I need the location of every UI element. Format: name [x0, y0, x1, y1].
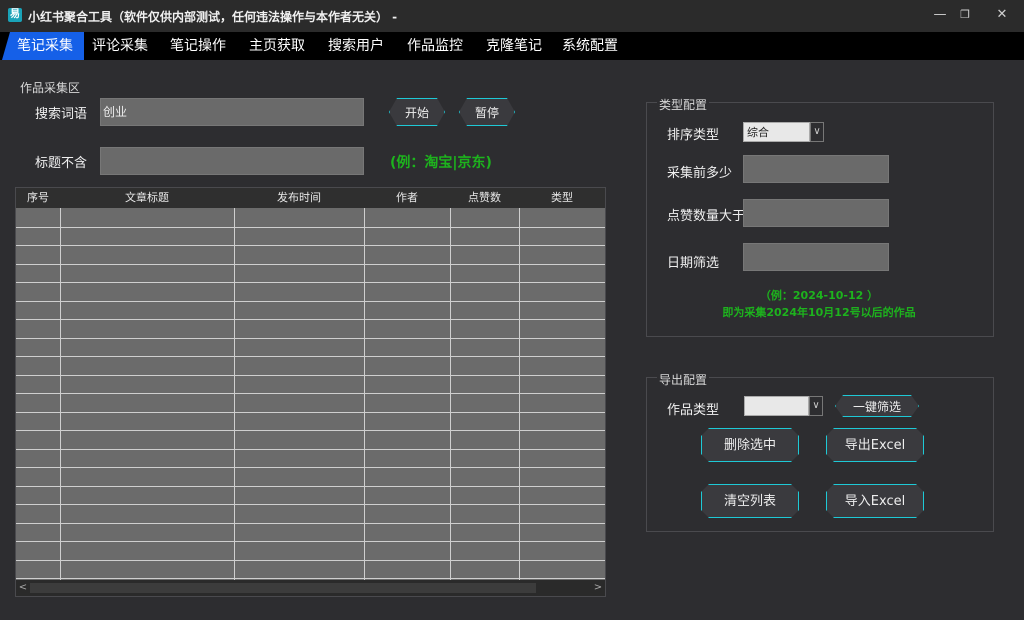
- table-row[interactable]: [16, 282, 605, 283]
- col-likes[interactable]: 点赞数: [450, 188, 519, 208]
- count-input[interactable]: [743, 155, 889, 183]
- date-input[interactable]: [743, 243, 889, 271]
- exclude-hint: (例：淘宝|京东): [390, 155, 492, 171]
- minimize-button[interactable]: —: [930, 6, 950, 24]
- count-label: 采集前多少: [667, 166, 733, 181]
- results-table[interactable]: 序号 文章标题 发布时间 作者 点赞数 类型 < >: [15, 187, 606, 597]
- tab-comment-collect[interactable]: 评论采集: [90, 32, 150, 60]
- table-row[interactable]: [16, 338, 605, 339]
- tab-clone-notes[interactable]: 克隆笔记: [484, 32, 544, 60]
- table-row[interactable]: [16, 504, 605, 505]
- pause-button[interactable]: 暂停: [459, 98, 515, 126]
- col-type[interactable]: 类型: [519, 188, 605, 208]
- import-excel-button[interactable]: 导入Excel: [826, 484, 924, 518]
- tab-system-config[interactable]: 系统配置: [560, 32, 620, 60]
- table-row[interactable]: [16, 467, 605, 468]
- restore-button[interactable]: ❐: [955, 6, 975, 24]
- exclude-input[interactable]: [100, 147, 364, 175]
- export-excel-button[interactable]: 导出Excel: [826, 428, 924, 462]
- col-index[interactable]: 序号: [16, 188, 60, 208]
- scroll-right-icon[interactable]: >: [591, 580, 605, 596]
- table-row[interactable]: [16, 356, 605, 357]
- date-hint-description: 即为采集2024年10月12号以后的作品: [722, 306, 916, 319]
- export-config-label: 导出配置: [657, 371, 710, 388]
- table-row[interactable]: [16, 449, 605, 450]
- table-row[interactable]: [16, 393, 605, 394]
- scroll-left-icon[interactable]: <: [16, 580, 30, 596]
- date-label: 日期筛选: [667, 256, 720, 271]
- table-row[interactable]: [16, 430, 605, 431]
- table-row[interactable]: [16, 301, 605, 302]
- col-author[interactable]: 作者: [364, 188, 450, 208]
- app-logo-icon: 易: [8, 8, 22, 22]
- clear-list-button[interactable]: 清空列表: [701, 484, 799, 518]
- col-publish-time[interactable]: 发布时间: [234, 188, 364, 208]
- search-label: 搜索词语: [35, 107, 88, 122]
- work-type-select[interactable]: [744, 396, 809, 416]
- table-row[interactable]: [16, 245, 605, 246]
- table-row[interactable]: [16, 486, 605, 487]
- tab-search-users[interactable]: 搜索用户: [326, 32, 386, 60]
- table-row[interactable]: [16, 227, 605, 228]
- title-bar: 易 小红书聚合工具（软件仅供内部测试，任何违法操作与本作者无关） - — ❐ ✕: [0, 0, 1024, 32]
- sort-select[interactable]: 综合: [743, 122, 810, 142]
- exclude-label: 标题不含: [35, 156, 88, 171]
- table-row[interactable]: [16, 523, 605, 524]
- table-row[interactable]: [16, 319, 605, 320]
- table-row[interactable]: [16, 375, 605, 376]
- table-header: 序号 文章标题 发布时间 作者 点赞数 类型: [16, 188, 605, 208]
- type-config-label: 类型配置: [657, 96, 710, 113]
- col-title[interactable]: 文章标题: [60, 188, 234, 208]
- horizontal-scrollbar[interactable]: < >: [16, 580, 605, 596]
- table-row[interactable]: [16, 264, 605, 265]
- work-type-label: 作品类型: [667, 403, 720, 418]
- window-title: 小红书聚合工具（软件仅供内部测试，任何违法操作与本作者无关） -: [28, 10, 398, 24]
- table-row[interactable]: [16, 560, 605, 561]
- chevron-down-icon[interactable]: ∨: [810, 122, 824, 142]
- tab-note-ops[interactable]: 笔记操作: [168, 32, 228, 60]
- scrollbar-thumb[interactable]: [30, 583, 536, 593]
- search-input[interactable]: 创业: [100, 98, 364, 126]
- tab-bar: 笔记采集 评论采集 笔记操作 主页获取 搜索用户 作品监控 克隆笔记 系统配置: [0, 32, 1024, 60]
- tab-homepage-fetch[interactable]: 主页获取: [247, 32, 307, 60]
- table-row[interactable]: [16, 541, 605, 542]
- chevron-down-icon[interactable]: ∨: [809, 396, 823, 416]
- likes-label: 点赞数量大于: [667, 209, 746, 224]
- table-row[interactable]: [16, 578, 605, 579]
- start-button[interactable]: 开始: [389, 98, 445, 126]
- likes-input[interactable]: [743, 199, 889, 227]
- sort-label: 排序类型: [667, 128, 720, 143]
- date-hint-example: （例：2024-10-12 ）: [759, 289, 879, 302]
- tab-works-monitor[interactable]: 作品监控: [405, 32, 465, 60]
- table-row[interactable]: [16, 412, 605, 413]
- close-button[interactable]: ✕: [992, 6, 1012, 24]
- tab-note-collect[interactable]: 笔记采集: [2, 32, 84, 60]
- one-click-filter-button[interactable]: 一键筛选: [835, 395, 919, 417]
- collect-section-label: 作品采集区: [20, 81, 81, 95]
- delete-selected-button[interactable]: 删除选中: [701, 428, 799, 462]
